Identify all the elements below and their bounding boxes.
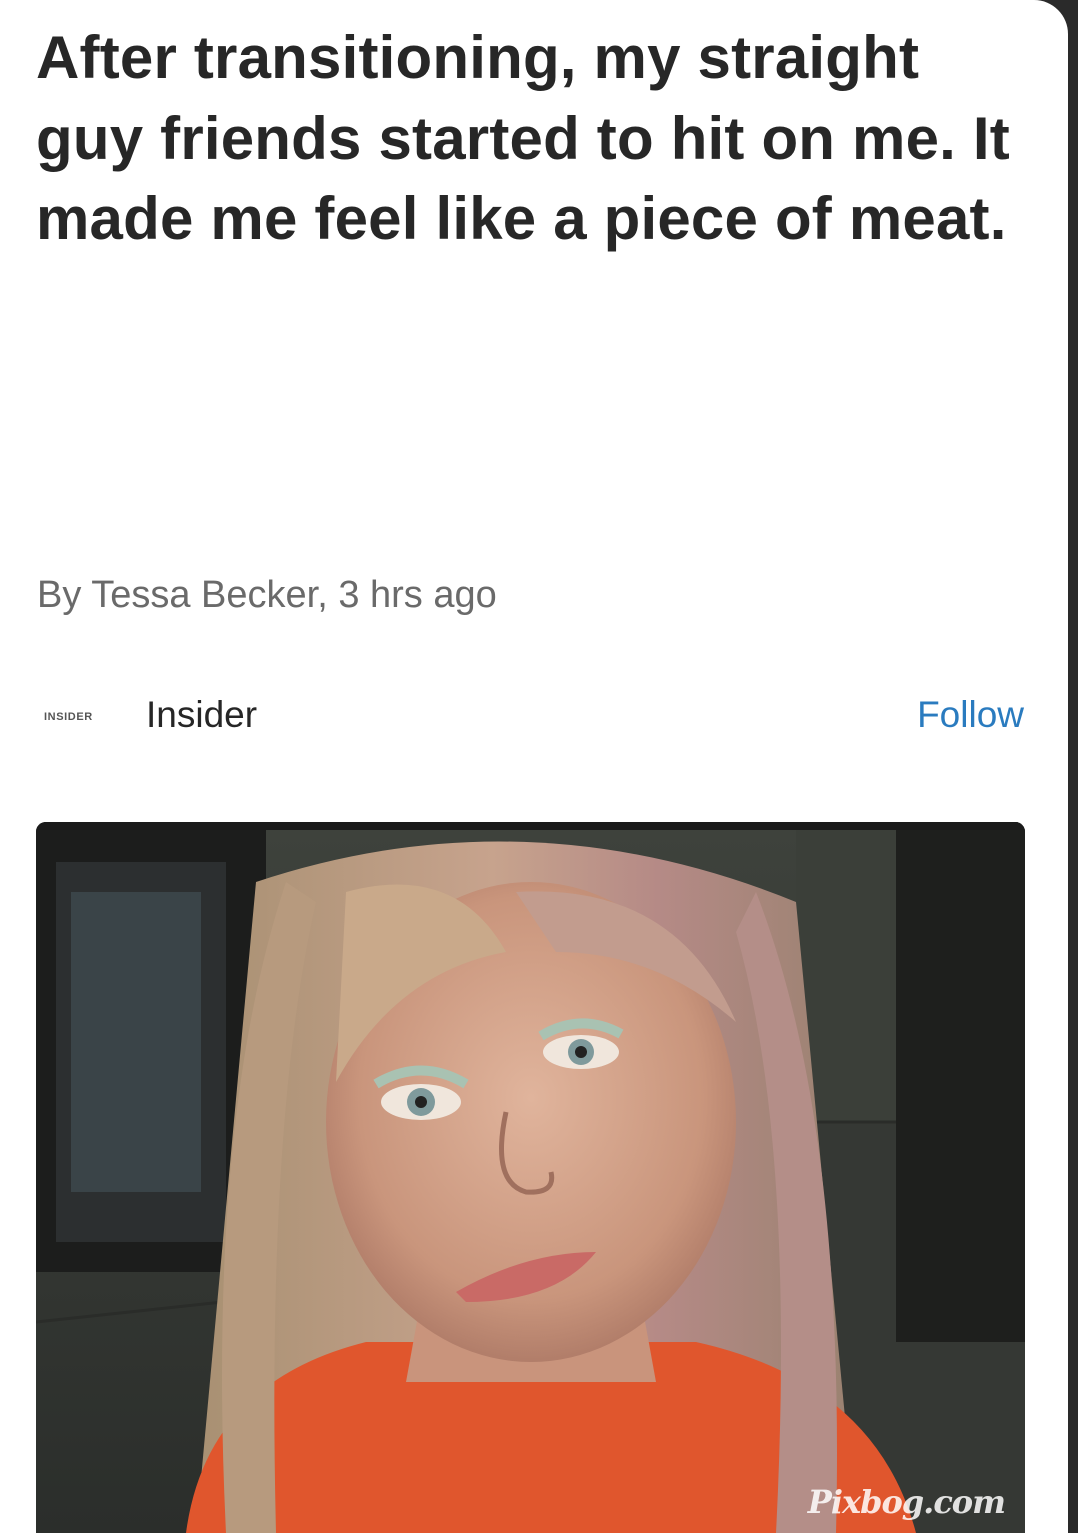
watermark-text: Pixbog.com — [807, 1483, 1006, 1521]
article-photo[interactable]: Pixbog.com — [36, 822, 1025, 1533]
insider-logo-icon[interactable]: INSIDER — [44, 711, 93, 723]
article-headline[interactable]: After transitioning, my straight guy fri… — [36, 18, 1026, 260]
publisher-name[interactable]: Insider — [146, 694, 257, 736]
article-byline: By Tessa Becker, 3 hrs ago — [37, 574, 497, 616]
article-card: After transitioning, my straight guy fri… — [0, 0, 1068, 1533]
publisher-row: INSIDER Insider Follow — [36, 688, 1024, 748]
follow-button[interactable]: Follow — [917, 694, 1024, 736]
article-photo-image — [36, 822, 1025, 1533]
